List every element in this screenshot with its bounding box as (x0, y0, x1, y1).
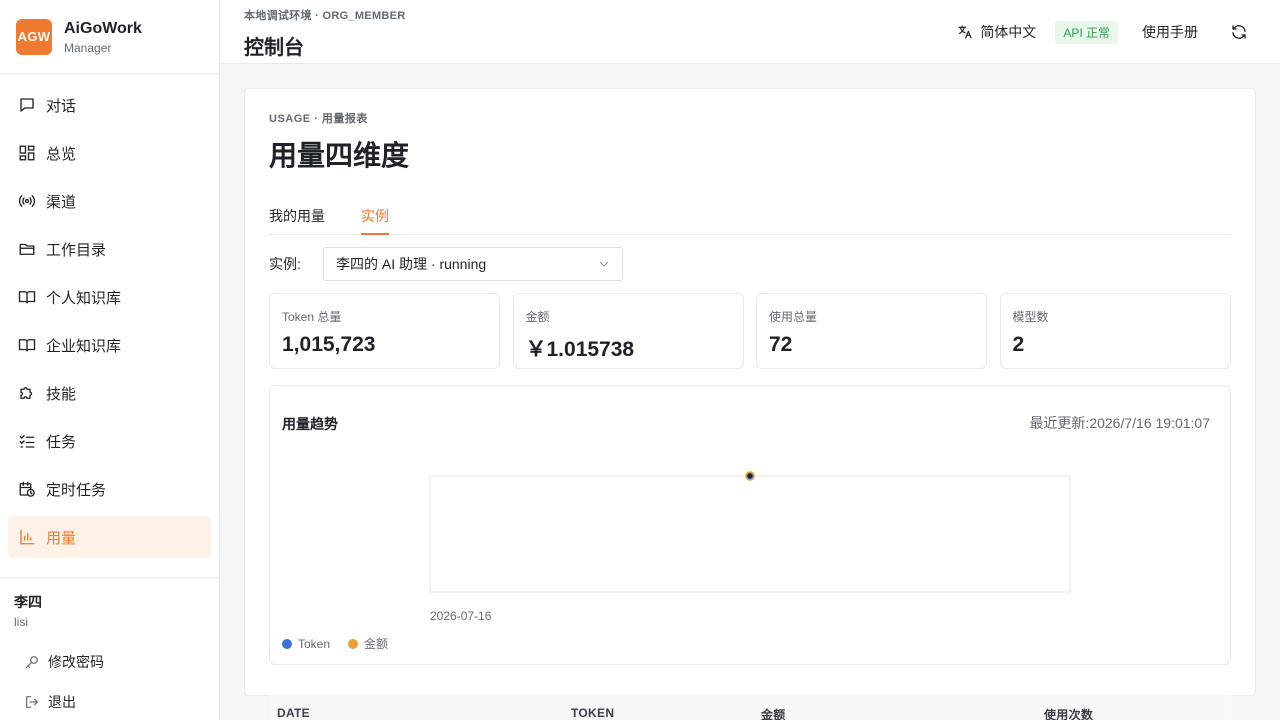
section-title: 用量四维度 (269, 140, 410, 171)
sidebar-item-tasks[interactable]: 任务 (8, 420, 211, 462)
sidebar-item-scheduled-tasks[interactable]: 定时任务 (8, 468, 211, 510)
language-switcher[interactable]: 简体中文 (957, 22, 1036, 42)
translate-icon (957, 24, 973, 40)
refresh-icon[interactable] (1230, 23, 1248, 41)
dashboard-icon (18, 144, 36, 162)
key-icon (24, 654, 40, 670)
legend-label: 金额 (364, 637, 389, 651)
logout-icon (24, 694, 40, 710)
legend-label: Token (298, 636, 331, 651)
instance-select-value: 李四的 AI 助理 · running (336, 256, 487, 272)
brand-logo: AGW (16, 18, 52, 55)
sidebar-item-skills[interactable]: 技能 (8, 372, 211, 414)
column-header-date: DATE (277, 706, 310, 720)
instance-label: 实例: (269, 256, 301, 272)
usage-tabs: 我的用量 实例 (269, 197, 1231, 235)
stat-model-count: 模型数 2 (999, 293, 1231, 369)
chart-legend: Token 金额 (282, 635, 406, 652)
sidebar-item-workdir[interactable]: 工作目录 (8, 228, 211, 270)
brand: AGW AiGoWork Manager (0, 0, 219, 74)
change-password-label: 修改密码 (48, 654, 104, 670)
sidebar-item-chat[interactable]: 对话 (8, 84, 211, 126)
stat-value: 1,015,723 (282, 333, 376, 356)
tab-instance[interactable]: 实例 (361, 197, 389, 235)
stat-token-total: Token 总量 1,015,723 (269, 293, 500, 369)
broadcast-icon (18, 192, 36, 210)
stat-value: 2 (1012, 333, 1025, 356)
checklist-icon (18, 432, 36, 450)
sidebar-item-channels[interactable]: 渠道 (8, 180, 211, 222)
chart-updated-time: 最近更新:2026/7/16 19:01:07 (1029, 415, 1210, 431)
column-header-count: 使用次数 (1044, 708, 1094, 720)
tab-my-usage[interactable]: 我的用量 (269, 197, 325, 235)
book-icon (18, 288, 36, 306)
brand-name: AiGoWork (64, 19, 142, 37)
stat-label: 使用总量 (769, 310, 818, 324)
instance-row: 实例: 李四的 AI 助理 · running (269, 247, 623, 281)
chart-title: 用量趋势 (282, 416, 338, 432)
logout-label: 退出 (48, 694, 76, 710)
stats-row: Token 总量 1,015,723 金额 ￥1.015738 使用总量 72 … (269, 293, 1231, 369)
sidebar-item-label: 对话 (46, 97, 77, 115)
api-status-badge: API 正常 (1055, 20, 1118, 44)
legend-dot (282, 638, 292, 649)
plot-area (429, 475, 1071, 593)
sidebar-item-label: 渠道 (46, 193, 77, 211)
stat-value: ￥1.015738 (525, 338, 635, 361)
bar-chart-icon (18, 528, 36, 546)
calendar-clock-icon (18, 480, 36, 498)
book-icon (18, 336, 36, 354)
chevron-down-icon (598, 258, 610, 270)
stat-amount: 金额 ￥1.015738 (512, 293, 744, 369)
x-tick-label: 2026-07-16 (430, 609, 492, 623)
usage-card: USAGE · 用量报表 用量四维度 我的用量 实例 实例: 李四的 AI 助理… (244, 88, 1256, 720)
section-eyebrow: USAGE · 用量报表 (269, 113, 368, 125)
column-header-amount: 金额 (761, 708, 786, 720)
legend-dot (348, 638, 359, 649)
stat-usage-total: 使用总量 72 (756, 293, 987, 369)
folder-icon (18, 240, 36, 258)
sidebar-item-label: 定时任务 (46, 481, 107, 499)
sidebar-item-personal-kb[interactable]: 个人知识库 (8, 276, 211, 318)
sidebar-item-label: 技能 (46, 385, 77, 403)
sidebar: AGW AiGoWork Manager 对话 总览 渠道 工作目录 个人知识库 (0, 0, 220, 720)
brand-subtitle: Manager (64, 40, 112, 55)
language-label: 简体中文 (980, 24, 1037, 40)
sidebar-item-label: 企业知识库 (46, 337, 122, 355)
legend-item-token[interactable]: Token (282, 637, 330, 651)
user-block: 李四 lisi 修改密码 退出 (0, 577, 219, 720)
legend-item-amount[interactable]: 金额 (348, 635, 388, 652)
sidebar-item-label: 用量 (46, 529, 77, 547)
data-point-金额[interactable] (747, 473, 753, 479)
instance-select[interactable]: 李四的 AI 助理 · running (323, 247, 623, 281)
change-password-button[interactable]: 修改密码 (14, 643, 219, 681)
sidebar-item-label: 总览 (46, 145, 77, 163)
column-header-token: TOKEN (571, 706, 615, 720)
sidebar-item-overview[interactable]: 总览 (8, 132, 211, 174)
sidebar-item-enterprise-kb[interactable]: 企业知识库 (8, 324, 211, 366)
logout-button[interactable]: 退出 (14, 683, 219, 720)
sidebar-item-label: 工作目录 (46, 241, 107, 259)
chat-icon (18, 96, 36, 114)
top-header: 本地调试环境 · ORG_MEMBER 控制台 简体中文 API 正常 使用手册 (220, 0, 1280, 64)
stat-label: 金额 (525, 310, 550, 324)
user-id: lisi (14, 615, 28, 629)
usage-table-header: DATE TOKEN 金额 使用次数 (269, 695, 1231, 720)
stat-value: 72 (769, 333, 793, 356)
sidebar-item-label: 个人知识库 (46, 289, 122, 307)
sidebar-nav: 对话 总览 渠道 工作目录 个人知识库 企业知识库 技能 任务 定时任务 用量 (0, 74, 219, 558)
page-title: 控制台 (244, 37, 304, 59)
usage-trend-chart: 2026-07-16 用量趋势 最近更新:2026/7/16 19:01:07 … (269, 385, 1231, 665)
puzzle-icon (18, 384, 36, 402)
sidebar-item-usage[interactable]: 用量 (8, 516, 211, 558)
manual-link[interactable]: 使用手册 (1142, 22, 1198, 42)
environment-label: 本地调试环境 · ORG_MEMBER (244, 10, 406, 22)
stat-label: Token 总量 (282, 310, 342, 324)
sidebar-item-label: 任务 (46, 433, 77, 451)
user-name: 李四 (14, 594, 42, 610)
stat-label: 模型数 (1012, 310, 1049, 324)
